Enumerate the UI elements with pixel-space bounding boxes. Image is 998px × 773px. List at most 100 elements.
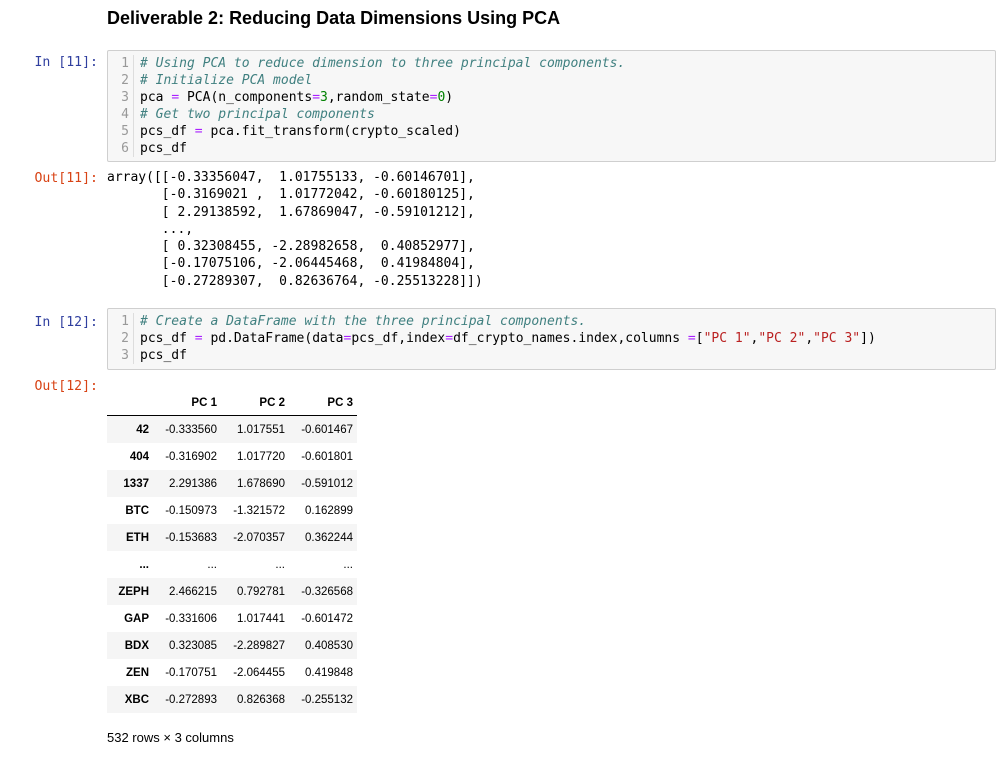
table-cell: -0.272893 [165, 693, 217, 706]
table-cell: 1.678690 [237, 477, 285, 490]
code-text[interactable]: pcs_df = pca.fit_transform(crypto_scaled… [140, 123, 461, 140]
code-text[interactable]: pca = PCA(n_components=3,random_state=0) [140, 89, 453, 106]
cell-12-code-editor[interactable]: 1 # Create a DataFrame with the three pri… [107, 308, 996, 370]
gutter-divider [133, 72, 134, 89]
table-cell: -0.326568 [301, 585, 353, 598]
table-cell: 1.017551 [237, 423, 285, 436]
code-text[interactable]: pcs_df = pd.DataFrame(data=pcs_df,index=… [140, 330, 876, 347]
table-cell: -0.601467 [301, 423, 353, 436]
table-cell: -0.150973 [165, 504, 217, 517]
section-heading: Deliverable 2: Reducing Data Dimensions … [107, 8, 561, 28]
table-cell: 1.017441 [237, 612, 285, 625]
table-cell: 0.792781 [237, 585, 285, 598]
column-header-pc2: PC 2 [221, 391, 289, 416]
gutter-divider [133, 313, 134, 330]
cell-11-output-text: array([[-0.33356047, 1.01755133, -0.6014… [107, 170, 483, 289]
table-cell: -0.316902 [165, 450, 217, 463]
table-row: 1337 2.291386 1.678690 -0.591012 [107, 470, 357, 497]
table-cell: -2.289827 [233, 639, 285, 652]
cell-12-code-line[interactable]: 1 # Create a DataFrame with the three pri… [108, 313, 995, 330]
gutter-divider [133, 123, 134, 140]
column-header-pc1: PC 1 [153, 391, 221, 416]
table-cell: ... [275, 558, 285, 571]
table-cell: -0.601801 [301, 450, 353, 463]
table-cell: ... [343, 558, 353, 571]
code-text[interactable]: pcs_df [140, 347, 187, 364]
cell-11-code-line[interactable]: 2 # Initialize PCA model [108, 72, 995, 89]
cell-11-input-prompt: In [11]: [34, 55, 98, 70]
line-number: 3 [121, 90, 129, 105]
gutter-divider [133, 89, 134, 106]
table-row: XBC -0.272893 0.826368 -0.255132 [107, 686, 357, 713]
table-row: 42 -0.333560 1.017551 -0.601467 [107, 415, 357, 443]
line-number: 2 [121, 331, 129, 346]
cell-11-code-editor[interactable]: 1 # Using PCA to reduce dimension to thre… [107, 50, 996, 162]
code-text[interactable]: # Get two principal components [140, 106, 375, 123]
row-index: 42 [136, 423, 149, 436]
table-cell: -2.070357 [233, 531, 285, 544]
cell-11-code-line[interactable]: 6 pcs_df [108, 140, 995, 157]
row-index: BDX [124, 639, 149, 652]
row-index: GAP [124, 612, 149, 625]
gutter-divider [133, 347, 134, 364]
cell-11-code-line[interactable]: 4 # Get two principal components [108, 106, 995, 123]
table-row: ZEN -0.170751 -2.064455 0.419848 [107, 659, 357, 686]
table-cell: 0.323085 [169, 639, 217, 652]
gutter-divider [133, 55, 134, 72]
table-row-ellipsis: ... ... ... ... [107, 551, 357, 578]
table-cell: 0.826368 [237, 693, 285, 706]
line-number: 1 [121, 56, 129, 71]
table-row: 404 -0.316902 1.017720 -0.601801 [107, 443, 357, 470]
code-text[interactable]: # Using PCA to reduce dimension to three… [140, 55, 625, 72]
cell-11-output-prompt: Out[11]: [34, 171, 98, 186]
code-text[interactable]: pcs_df [140, 140, 187, 157]
row-index: BTC [125, 504, 149, 517]
row-index: 1337 [123, 477, 149, 490]
line-number: 1 [121, 314, 129, 329]
line-number: 5 [121, 124, 129, 139]
cell-11-code-line[interactable]: 1 # Using PCA to reduce dimension to thre… [108, 55, 995, 72]
table-cell: -0.601472 [301, 612, 353, 625]
line-number: 2 [121, 73, 129, 88]
table-cell: 2.466215 [169, 585, 217, 598]
table-cell: -0.255132 [301, 693, 353, 706]
cell-11-code-line[interactable]: 3 pca = PCA(n_components=3,random_state=0… [108, 89, 995, 106]
row-index: ... [139, 558, 149, 571]
cell-12-code-line[interactable]: 3 pcs_df [108, 347, 995, 364]
table-cell: -0.153683 [165, 531, 217, 544]
row-index: 404 [129, 450, 149, 463]
table-cell: -0.333560 [165, 423, 217, 436]
gutter-divider [133, 330, 134, 347]
gutter-divider [133, 140, 134, 157]
cell-12-input-prompt: In [12]: [34, 315, 98, 330]
dataframe-header-row: PC 1 PC 2 PC 3 [107, 391, 357, 416]
dataframe-shape-footer: 532 rows × 3 columns [107, 730, 234, 745]
dataframe-table: PC 1 PC 2 PC 3 42 -0.333560 1.017551 -0.… [107, 391, 357, 713]
table-cell: -1.321572 [233, 504, 285, 517]
table-row: GAP -0.331606 1.017441 -0.601472 [107, 605, 357, 632]
table-cell: ... [207, 558, 217, 571]
table-row: ZEPH 2.466215 0.792781 -0.326568 [107, 578, 357, 605]
code-text[interactable]: # Create a DataFrame with the three prin… [140, 313, 586, 330]
table-row: BDX 0.323085 -2.289827 0.408530 [107, 632, 357, 659]
gutter-divider [133, 106, 134, 123]
cell-11-code-line[interactable]: 5 pcs_df = pca.fit_transform(crypto_scale… [108, 123, 995, 140]
table-cell: -0.591012 [301, 477, 353, 490]
line-number: 6 [121, 141, 129, 156]
table-cell: 0.162899 [305, 504, 353, 517]
cell-12-output-prompt: Out[12]: [34, 379, 98, 394]
table-cell: 2.291386 [169, 477, 217, 490]
row-index: ETH [126, 531, 149, 544]
row-index: ZEN [126, 666, 149, 679]
table-cell: 0.419848 [305, 666, 353, 679]
line-number: 4 [121, 107, 129, 122]
table-cell: 1.017720 [237, 450, 285, 463]
row-index: ZEPH [118, 585, 149, 598]
code-text[interactable]: # Initialize PCA model [140, 72, 312, 89]
table-cell: 0.408530 [305, 639, 353, 652]
column-header-pc3: PC 3 [289, 391, 357, 416]
cell-12-code-line[interactable]: 2 pcs_df = pd.DataFrame(data=pcs_df,index… [108, 330, 995, 347]
dataframe-corner-cell [107, 391, 153, 416]
table-row: ETH -0.153683 -2.070357 0.362244 [107, 524, 357, 551]
table-row: BTC -0.150973 -1.321572 0.162899 [107, 497, 357, 524]
